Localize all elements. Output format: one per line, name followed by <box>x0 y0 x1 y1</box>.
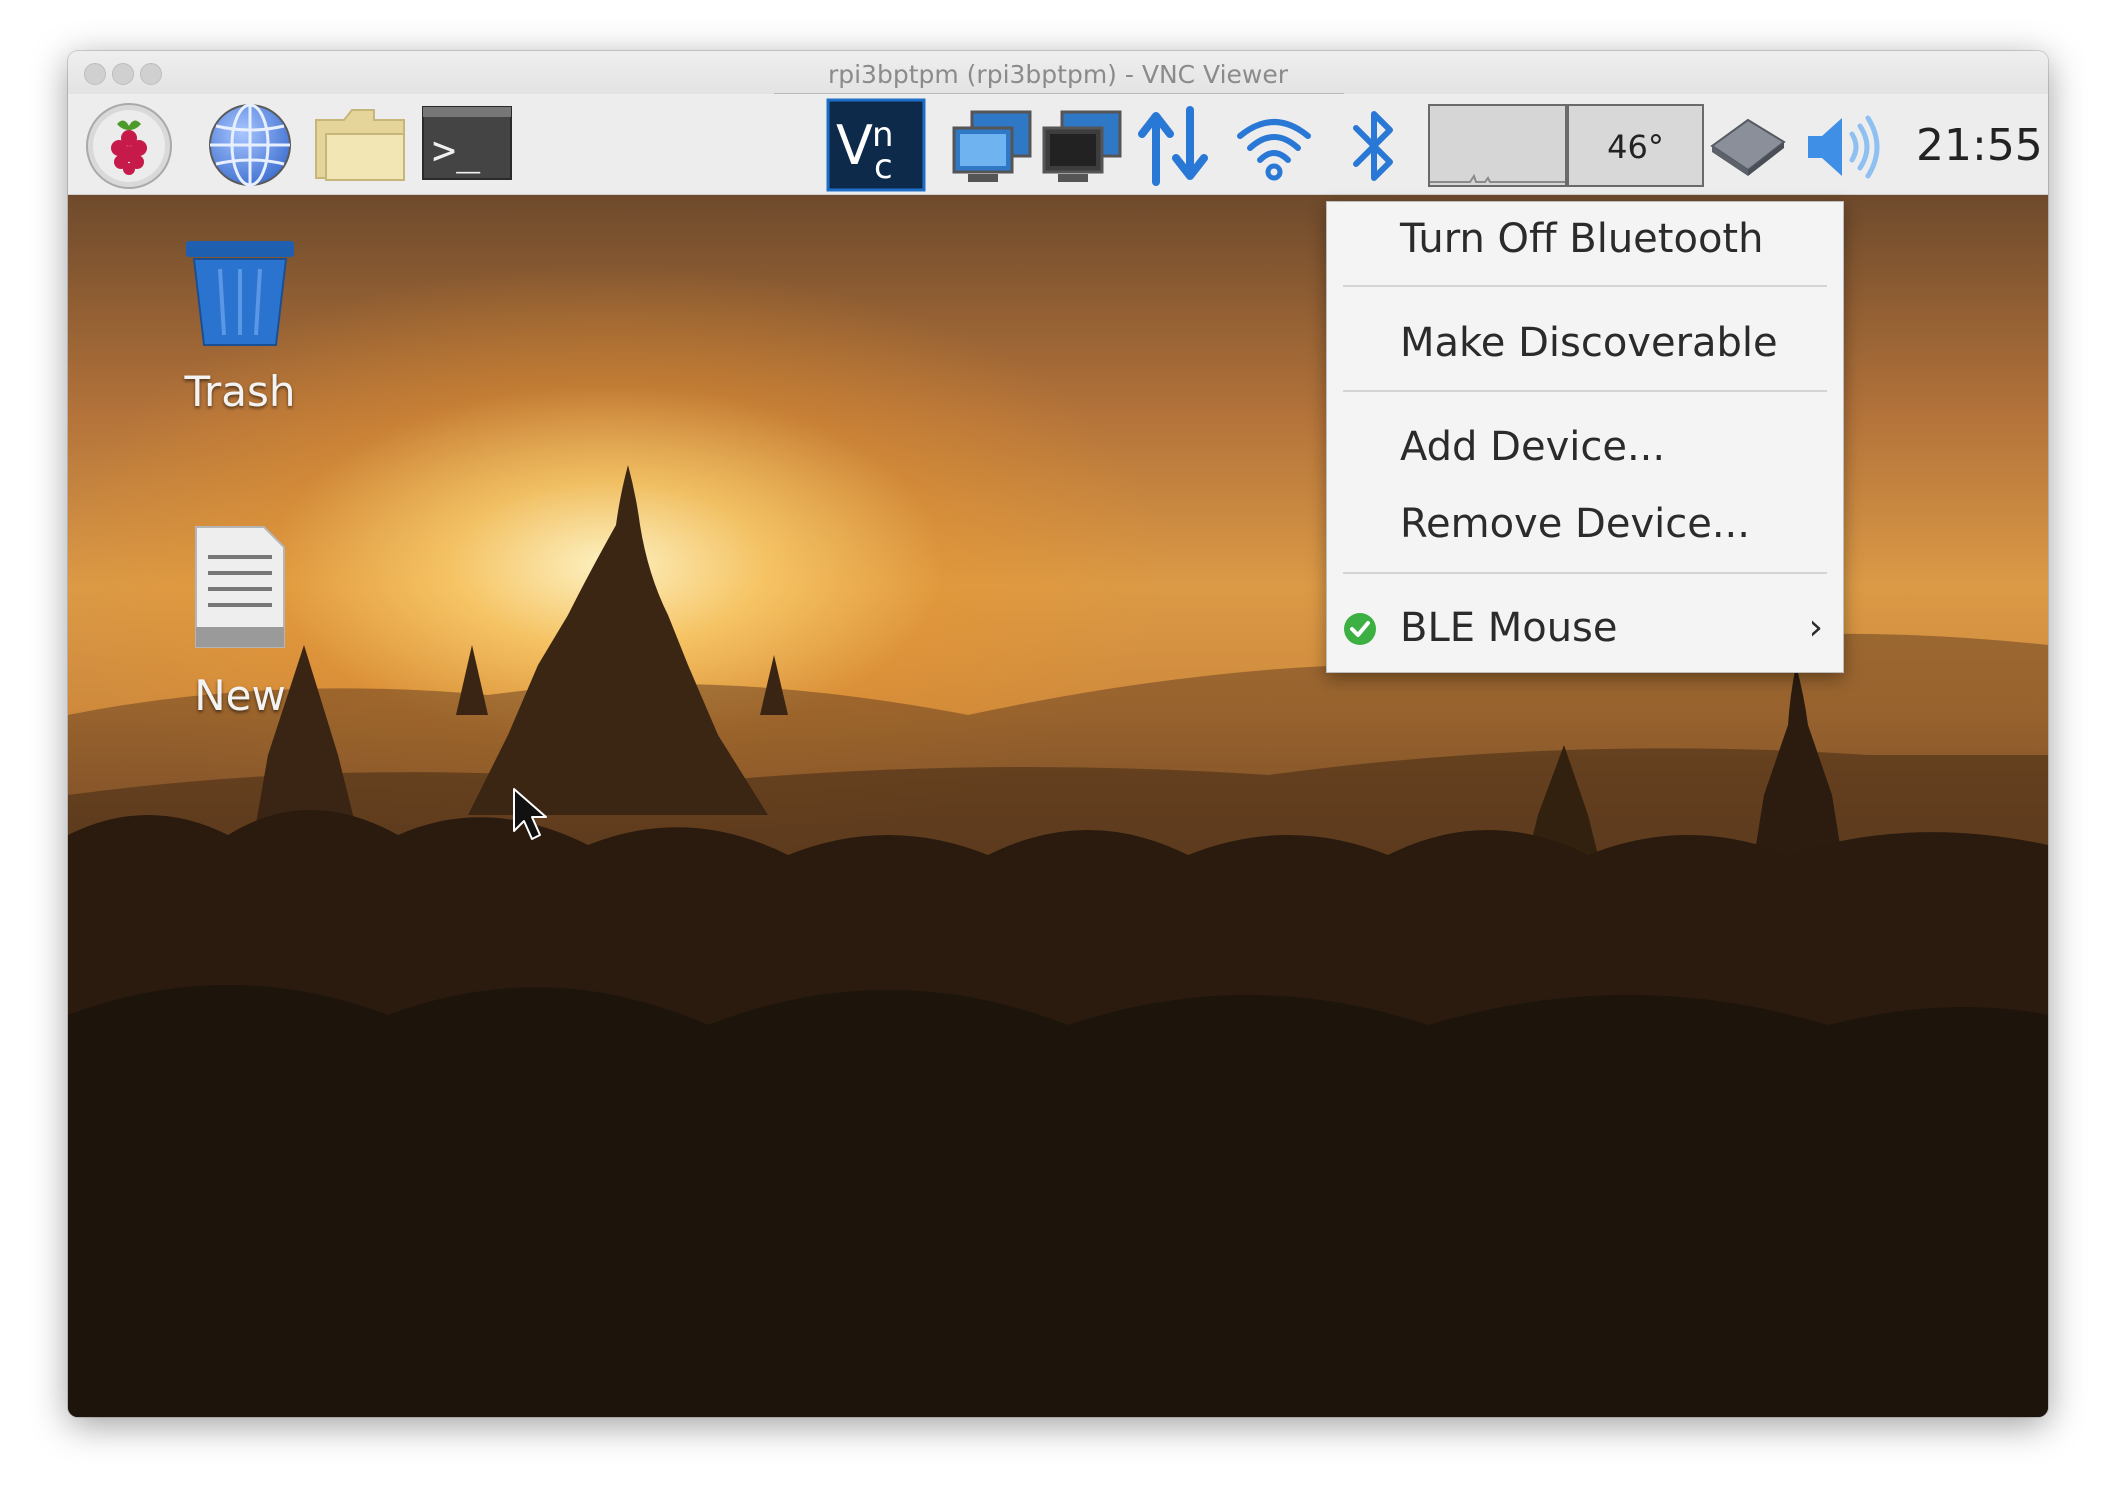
web-browser-globe-icon[interactable] <box>208 102 292 188</box>
new-file-label[interactable]: New <box>160 671 320 720</box>
network-computer-icon[interactable] <box>1040 108 1124 186</box>
wifi-icon[interactable] <box>1236 112 1312 182</box>
network-updown-arrows-icon[interactable] <box>1134 106 1214 186</box>
menu-item-label: Add Device... <box>1400 424 1666 470</box>
vnc-server-icon[interactable]: V n c <box>826 98 926 192</box>
menu-item-label: BLE Mouse <box>1400 605 1618 651</box>
menu-separator <box>1343 285 1827 287</box>
menu-item-turn-off-bluetooth[interactable]: Turn Off Bluetooth <box>1327 208 1843 270</box>
svg-text:V: V <box>836 114 873 177</box>
window-title: rpi3bptpm (rpi3bptpm) - VNC Viewer <box>827 60 1289 89</box>
menu-item-add-device[interactable]: Add Device... <box>1327 416 1843 478</box>
taskbar-clock[interactable]: 21:55 <box>1916 120 2043 171</box>
temperature-value: 46° <box>1607 128 1664 166</box>
svg-text:c: c <box>874 147 893 187</box>
window-title-bar[interactable]: rpi3bptpm (rpi3bptpm) - VNC Viewer <box>68 51 2048 97</box>
taskbar: >_ V n c 46° 21:55 <box>68 94 2048 195</box>
network-computer-icon[interactable] <box>950 108 1034 186</box>
trash-label[interactable]: Trash <box>160 367 320 416</box>
menu-item-make-discoverable[interactable]: Make Discoverable <box>1327 312 1843 374</box>
menu-separator <box>1343 572 1827 574</box>
menu-item-ble-mouse[interactable]: BLE Mouse › <box>1327 597 1843 659</box>
raspberry-menu-icon[interactable] <box>84 102 174 190</box>
submenu-chevron-icon: › <box>1808 607 1823 648</box>
eject-drive-icon[interactable] <box>1708 112 1788 178</box>
mouse-pointer-icon <box>512 787 552 843</box>
file-manager-folder-icon[interactable] <box>314 104 406 184</box>
vnc-viewer-window: rpi3bptpm (rpi3bptpm) - VNC Viewer >_ V … <box>68 51 2048 1417</box>
cpu-temperature-monitor[interactable]: 46° <box>1567 104 1704 187</box>
bluetooth-menu: Turn Off Bluetooth Make Discoverable Add… <box>1326 201 1844 673</box>
terminal-icon[interactable]: >_ <box>422 106 512 180</box>
volume-icon[interactable] <box>1804 112 1884 182</box>
menu-item-label: Turn Off Bluetooth <box>1400 216 1764 262</box>
menu-separator <box>1343 390 1827 392</box>
trash-icon[interactable] <box>180 235 300 355</box>
menu-item-label: Remove Device... <box>1400 501 1750 547</box>
menu-item-label: Make Discoverable <box>1400 320 1778 366</box>
text-file-icon[interactable] <box>190 523 290 651</box>
cpu-usage-graph[interactable] <box>1428 104 1567 187</box>
bluetooth-icon[interactable] <box>1348 104 1400 188</box>
connected-check-icon <box>1344 613 1376 645</box>
svg-text:>_: >_ <box>432 128 481 174</box>
menu-item-remove-device[interactable]: Remove Device... <box>1327 493 1843 555</box>
